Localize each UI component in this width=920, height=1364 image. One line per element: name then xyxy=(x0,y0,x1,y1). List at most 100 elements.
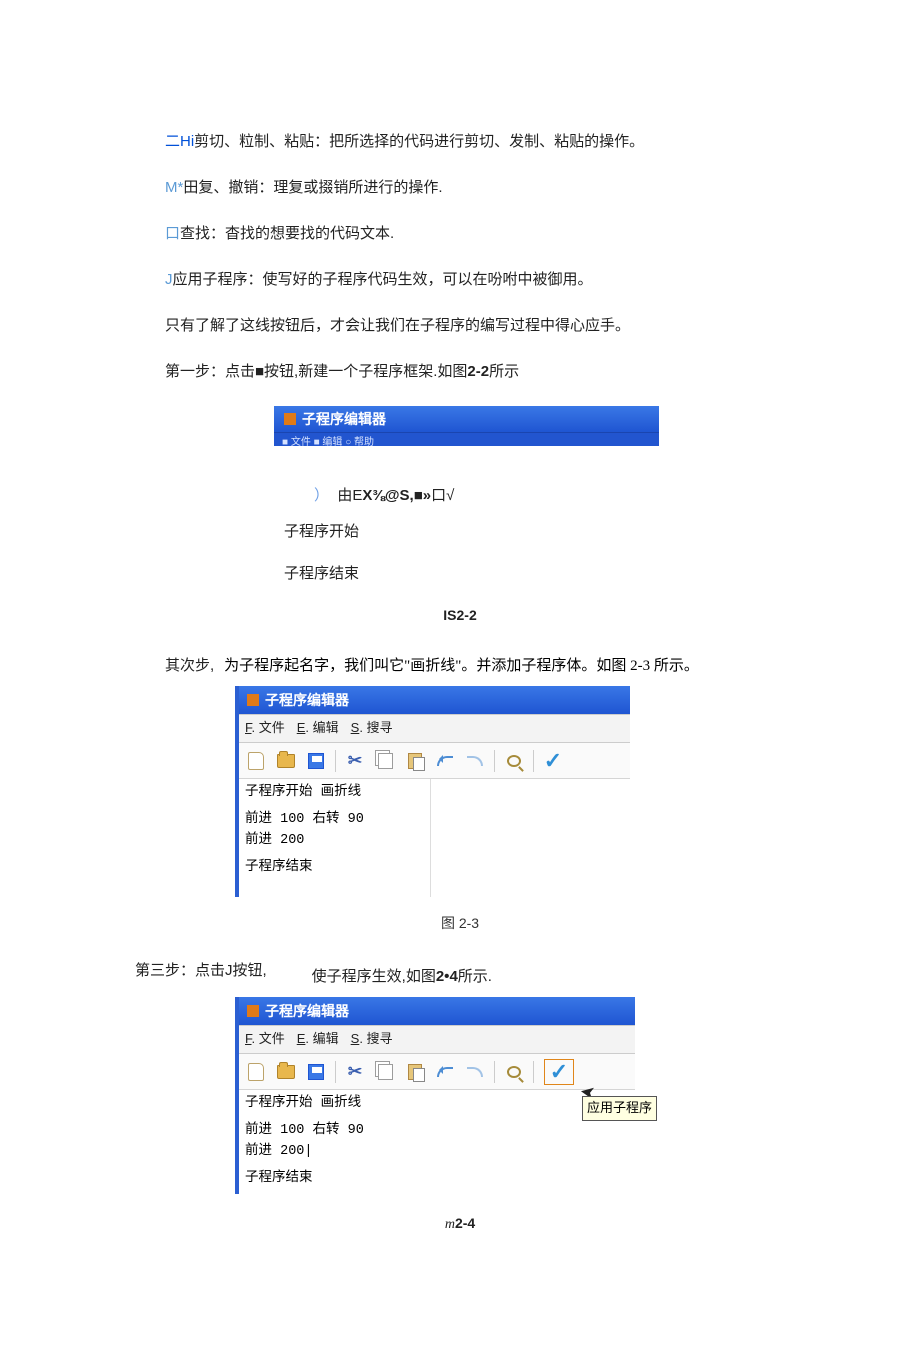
prefix-m: M* xyxy=(165,179,183,196)
figure-2-4: 子程序编辑器 F. 文件 E. 编辑 S. 搜寻 ✂ ✓ ➤ 应用子程序 子程序… xyxy=(235,997,635,1193)
prefix-box: 口 xyxy=(165,225,180,242)
menu-file[interactable]: F. 文件 xyxy=(245,718,285,739)
window-titlebar[interactable]: 子程序编辑器 xyxy=(239,997,635,1025)
menu-edit[interactable]: E. 编辑 xyxy=(297,718,339,739)
toolbar-separator xyxy=(335,1061,336,1083)
menu-edit[interactable]: E. 编辑 xyxy=(297,1029,339,1050)
window-title: 子程序编辑器 xyxy=(265,1000,349,1022)
step3-left: 第三步：点击J按钮, xyxy=(135,959,267,983)
prefix-erhi: 二Hi xyxy=(165,133,194,150)
menu-search[interactable]: S. 搜寻 xyxy=(351,718,393,739)
copy-icon xyxy=(378,1064,393,1080)
save-button[interactable] xyxy=(303,1059,329,1085)
step2-row: 其次步, 为子程序起名字，我们叫它"画折线"。并添加子程序体。如图 2-3 所示… xyxy=(165,654,755,678)
para-step1: 第一步：点击■按钮,新建一个子程序框架.如图2-2所示 xyxy=(165,360,755,384)
garbled-line: ） 由EX⅜@S,■»口√ xyxy=(314,484,454,508)
menubar[interactable]: F. 文件 E. 编辑 S. 搜寻 xyxy=(239,714,630,743)
menu-search[interactable]: S. 搜寻 xyxy=(351,1029,393,1050)
code-line: 前进 100 右转 90 xyxy=(245,810,424,831)
menu-file[interactable]: F. 文件 xyxy=(245,1029,285,1050)
code-line: 前进 200| xyxy=(245,1142,629,1163)
cut-icon: ✂ xyxy=(348,1058,362,1085)
code-line: 子程序开始 画折线 xyxy=(245,1094,629,1115)
code-begin: 子程序开始 xyxy=(284,520,659,544)
redo-button[interactable] xyxy=(462,748,488,774)
step1-figref: 2-2 xyxy=(467,363,489,380)
window-titlebar[interactable]: 子程序编辑器 xyxy=(274,406,659,432)
open-icon xyxy=(277,1065,295,1079)
paste-button[interactable] xyxy=(402,748,428,774)
apply-button-highlighted[interactable]: ✓ xyxy=(544,1059,574,1085)
cut-icon: ✂ xyxy=(348,747,362,774)
copy-button[interactable] xyxy=(372,748,398,774)
app-icon xyxy=(247,694,259,706)
text-cut-copy-paste: 剪切、粒制、粘贴：把所选择的代码进行剪切、发制、粘贴的操作。 xyxy=(194,133,644,150)
toolbar-separator xyxy=(335,750,336,772)
window-title: 子程序编辑器 xyxy=(265,689,349,711)
undo-button[interactable] xyxy=(432,1059,458,1085)
save-button[interactable] xyxy=(303,748,329,774)
fig22-body: ） 由EX⅜@S,■»口√ 子程序开始 子程序结束 xyxy=(274,446,659,586)
new-button[interactable] xyxy=(243,1059,269,1085)
figure-2-2: 子程序编辑器 ■ 文件 ■ 编辑 ○ 帮助 ） 由EX⅜@S,■»口√ 子程序开… xyxy=(274,406,659,586)
code-end: 子程序结束 xyxy=(284,562,659,586)
save-icon xyxy=(308,1064,324,1080)
open-button[interactable] xyxy=(273,1059,299,1085)
redo-button[interactable] xyxy=(462,1059,488,1085)
copy-icon xyxy=(378,753,393,769)
paste-button[interactable] xyxy=(402,1059,428,1085)
toolbar-separator xyxy=(494,750,495,772)
redo-icon xyxy=(467,1067,483,1077)
search-icon xyxy=(507,1066,521,1078)
toolbar: ✂ ✓ xyxy=(239,743,630,779)
code-area[interactable]: 子程序开始 画折线 前进 100 右转 90 前进 200 子程序结束 xyxy=(239,779,431,897)
step1-text: 第一步：点击■按钮,新建一个子程序框架.如图 xyxy=(165,363,467,380)
copy-button[interactable] xyxy=(372,1059,398,1085)
open-button[interactable] xyxy=(273,748,299,774)
caption-2-2: IS2-2 xyxy=(165,604,755,626)
step3-right: 使子程序生效,如图2•4所示. xyxy=(312,959,755,989)
paste-icon xyxy=(408,1064,422,1080)
step1-end: 所示 xyxy=(489,363,519,380)
code-line: 子程序开始 画折线 xyxy=(245,783,424,804)
text-apply-sub: 应用子程序：使写好的子程序代码生效，可以在吩咐中被御用。 xyxy=(173,271,593,288)
para-summary: 只有了解了这线按钮后，才会让我们在子程序的编写过程中得心应手。 xyxy=(165,314,755,338)
menubar-stub[interactable]: ■ 文件 ■ 编辑 ○ 帮助 xyxy=(274,432,659,446)
para-apply-sub: J应用子程序：使写好的子程序代码生效，可以在吩咐中被御用。 xyxy=(165,268,755,292)
code-line: 前进 200 xyxy=(245,831,424,852)
check-icon: ✓ xyxy=(550,1054,568,1089)
step2-left: 其次步, xyxy=(165,654,214,678)
window-titlebar[interactable]: 子程序编辑器 xyxy=(239,686,630,714)
window-title: 子程序编辑器 xyxy=(302,408,386,430)
code-area[interactable]: 子程序开始 画折线 前进 100 右转 90 前进 200| 子程序结束 xyxy=(239,1090,635,1194)
figure-2-3: 子程序编辑器 F. 文件 E. 编辑 S. 搜寻 ✂ ✓ 子程序开始 画折线 前… xyxy=(235,686,630,896)
code-line: 前进 100 右转 90 xyxy=(245,1121,629,1142)
check-icon: ✓ xyxy=(544,743,562,778)
undo-button[interactable] xyxy=(432,748,458,774)
new-icon xyxy=(248,1063,264,1081)
para-search: 口查找：杳找的想要找的代码文本. xyxy=(165,222,755,246)
para-cut-copy-paste: 二Hi剪切、粒制、粘贴：把所选择的代码进行剪切、发制、粘贴的操作。 xyxy=(165,130,755,154)
new-icon xyxy=(248,752,264,770)
search-button[interactable] xyxy=(501,1059,527,1085)
prefix-j: J xyxy=(165,271,173,288)
step3-row: 第三步：点击J按钮, 使子程序生效,如图2•4所示. xyxy=(135,959,755,989)
caption-2-3: 图 2-3 xyxy=(165,912,755,934)
toolbar-separator xyxy=(533,1061,534,1083)
undo-icon xyxy=(437,1067,453,1077)
new-button[interactable] xyxy=(243,748,269,774)
step2-right: 为子程序起名字，我们叫它"画折线"。并添加子程序体。如图 2-3 所示。 xyxy=(224,654,755,678)
open-icon xyxy=(277,754,295,768)
app-icon xyxy=(247,1005,259,1017)
menubar[interactable]: F. 文件 E. 编辑 S. 搜寻 xyxy=(239,1025,635,1054)
toolbar: ✂ ✓ ➤ 应用子程序 xyxy=(239,1054,635,1090)
paste-icon xyxy=(408,753,422,769)
code-line: 子程序结束 xyxy=(245,1169,629,1190)
search-button[interactable] xyxy=(501,748,527,774)
apply-button[interactable]: ✓ xyxy=(540,748,566,774)
toolbar-separator xyxy=(533,750,534,772)
code-line: 子程序结束 xyxy=(245,858,424,879)
toolbar-separator xyxy=(494,1061,495,1083)
cut-button[interactable]: ✂ xyxy=(342,1059,368,1085)
cut-button[interactable]: ✂ xyxy=(342,748,368,774)
